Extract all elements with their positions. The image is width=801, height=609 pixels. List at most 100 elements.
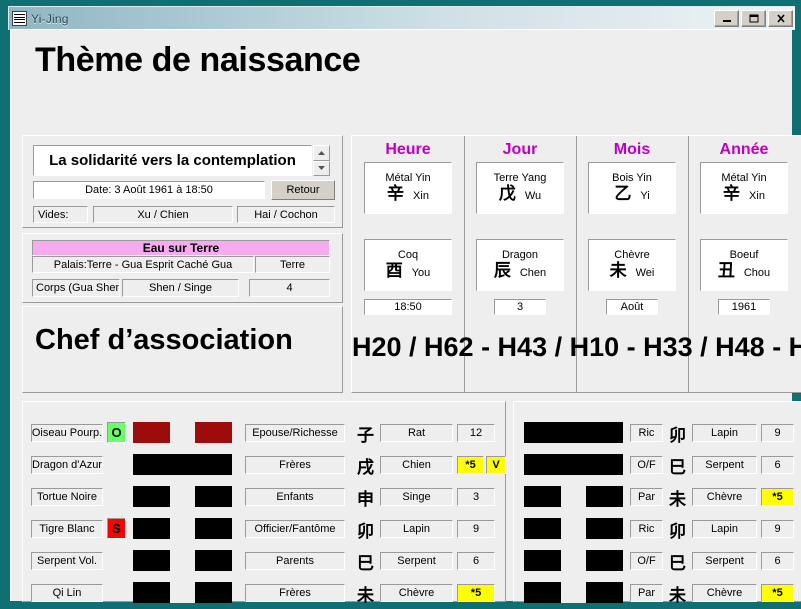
line-segment [133,422,170,443]
yin-line [524,582,623,603]
page-title: Thème de naissance [35,41,361,79]
hexagram-summary-panel: La solidarité vers la contemplation Date… [22,135,343,228]
number-cell: *5 [761,488,794,506]
yang-line [524,422,623,443]
number-cell: *5 [457,584,495,602]
spirit-animal-field: Qi Lin [31,584,103,602]
number-cell: 3 [457,488,495,506]
pillar-character-row: 辛 Xin [723,185,765,205]
number-cell: 9 [761,520,794,538]
branch-character-cell: 卯 [669,521,686,541]
number-cell: 12 [457,424,495,442]
earthly-branch-box: Boeuf 丑 Chou [700,239,788,291]
spirit-animal-field: Serpent Vol. [31,552,103,570]
number-cell: 9 [457,520,495,538]
heavenly-stem-box: Métal Yin 辛 Xin [700,162,788,214]
pinyin-label: Chen [519,267,547,279]
chef-association-label: Chef d’association [35,324,293,356]
chinese-character: 辰 [493,261,511,281]
client-area: Thème de naissance La solidarité vers la… [10,29,801,605]
line-gap [170,550,195,571]
pillar-value-field: 3 [494,299,546,315]
hexagram-sequence: H20 / H62 - H43 / H10 - H33 / H48 - H19 … [352,332,801,362]
line-segment [524,486,561,507]
branch-animal-cell: Lapin [380,520,453,538]
pillar-character-row: 丑 Chou [718,262,770,282]
pinyin-label: Xin [749,190,765,202]
palais-field: Palais:Terre - Gua Esprit Caché Gua [32,256,254,273]
pillar-character-row: 酉 You [386,262,431,282]
app-icon [12,11,27,26]
yin-line [133,486,232,507]
line-gap [561,518,586,539]
branch-animal-cell: Lapin [692,424,757,442]
number-cell: 9 [761,424,794,442]
line-segment [524,518,561,539]
line-gap [170,422,195,443]
secondary-hexagram-table: Ric 卯 Lapin 9 O/F 巳 Serpent 6 Par 未 Chèvre *5 Ric 卯 La… [513,401,801,604]
line-marker-badge: S [107,518,126,539]
maximize-button[interactable] [741,10,766,27]
line-segment [524,550,561,571]
number-cell: *5 [457,456,484,474]
vides-label: Vides: [33,206,88,223]
stem-element-label: Bois Yin [612,172,652,184]
spirit-animal-field: Tigre Blanc [31,520,103,538]
branch-character-cell: 未 [669,489,686,509]
branch-character-cell: 卯 [357,521,374,541]
relation-field: Frères [245,456,345,474]
number-cell: *5 [761,584,794,602]
branch-character-cell: 巳 [669,457,686,477]
spirit-animal-field: Dragon d'Azur [31,456,103,474]
line-segment [133,454,232,475]
number-cell: 6 [761,552,794,570]
branch-character-cell: 未 [357,585,374,605]
retour-button[interactable]: Retour [271,180,335,200]
spirit-animal-field: Oiseau Pourp. [31,424,103,442]
chinese-character: 酉 [385,261,403,281]
line-segment [195,422,232,443]
pillar-value-field: Août [606,299,658,315]
yin-line [524,486,623,507]
stem-element-label: Terre Yang [493,172,547,184]
title-bar: Yi-Jing [8,6,795,30]
chinese-character: 辛 [387,184,405,204]
number-cell: 6 [457,552,495,570]
branch-animal-cell: Singe [380,488,453,506]
branch-animal-cell: Chèvre [692,488,757,506]
line-gap [170,518,195,539]
pinyin-label: You [411,267,431,279]
heavenly-stem-box: Métal Yin 辛 Xin [364,162,452,214]
close-button[interactable] [768,10,793,27]
pillar-character-row: 未 Wei [610,262,655,282]
pillar-header: Mois [613,141,651,158]
line-marker-badge: O [107,422,126,443]
pillar-character-row: 辰 Chen [494,262,546,282]
pinyin-label: Yi [640,190,650,202]
pillar-character-row: 戊 Wu [499,185,541,205]
relation-field: Frères [245,584,345,602]
branch-animal-cell: Chien [380,456,453,474]
relation-abbrev-cell: Par [630,488,663,506]
number-cell: 6 [761,456,794,474]
line-segment [195,486,232,507]
pillar-header: Année [719,141,769,158]
yang-line [133,454,232,475]
up-arrow-icon[interactable] [313,145,330,161]
pinyin-label: Chou [743,267,771,279]
branch-animal-label: Coq [397,249,419,261]
line-segment [133,486,170,507]
line-segment [195,550,232,571]
hexagram-title: La solidarité vers la contemplation [33,145,312,176]
minimize-button[interactable] [714,10,739,27]
relation-abbrev-cell: Ric [630,424,663,442]
corps-label: Corps (Gua Shen): [32,279,120,297]
down-arrow-icon[interactable] [313,160,330,176]
yin-line [133,582,232,603]
relation-abbrev-cell: O/F [630,456,663,474]
hexagram-spinner[interactable] [313,145,330,176]
palais-element-field: Terre [255,256,330,273]
chinese-character: 未 [609,261,627,281]
earthly-branch-box: Coq 酉 You [364,239,452,291]
relation-field: Enfants [245,488,345,506]
